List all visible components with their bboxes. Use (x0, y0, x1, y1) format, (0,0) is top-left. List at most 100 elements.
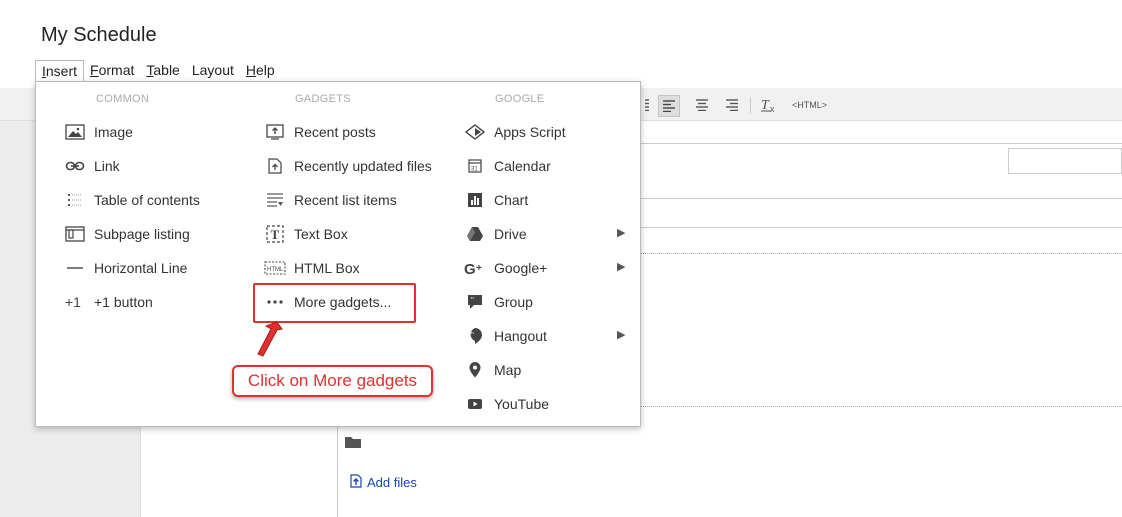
menu-item-label: Map (494, 362, 522, 378)
menu-insert-label: nsert (45, 63, 78, 79)
recently-updated-files-icon (264, 157, 286, 175)
menu-item-link[interactable]: Link (64, 155, 120, 177)
align-left-icon[interactable] (658, 95, 680, 117)
menu-bar: Insert Format Table Layout Help (35, 60, 281, 82)
image-icon (64, 123, 86, 141)
menu-item-label: Table of contents (94, 192, 200, 208)
menu-item-horizontal-line[interactable]: Horizontal Line (64, 257, 187, 279)
add-files-link[interactable]: Add files (350, 474, 417, 491)
menu-format-label: ormat (98, 62, 135, 78)
menu-item-recently-updated-files[interactable]: Recently updated files (264, 155, 432, 177)
svg-text:G: G (464, 261, 476, 276)
menu-item-label: Google+ (494, 260, 548, 276)
google-plus-icon: G + (464, 259, 486, 277)
google-heading: GOOGLE (495, 93, 545, 105)
menu-item-map[interactable]: Map (464, 359, 521, 381)
svg-text:31: 31 (471, 167, 478, 173)
menu-item-calendar[interactable]: 31 Calendar (464, 155, 551, 177)
menu-item-label: Subpage listing (94, 226, 190, 242)
menu-item-recent-list-items[interactable]: Recent list items (264, 189, 397, 211)
group-icon: " (464, 293, 486, 311)
add-file-icon (350, 474, 362, 491)
clear-formatting-icon[interactable]: Tx (760, 96, 778, 114)
recent-list-items-icon (264, 191, 286, 209)
gadgets-heading: GADGETS (295, 93, 351, 105)
menu-layout[interactable]: Layout (186, 60, 240, 82)
align-right-icon[interactable] (723, 96, 741, 114)
drive-icon (464, 225, 486, 243)
menu-help-mnemonic: H (245, 62, 257, 78)
text-box-icon: T (264, 225, 286, 243)
menu-item-label: Horizontal Line (94, 260, 188, 276)
menu-help-label: elp (256, 62, 275, 78)
menu-item-google-plus[interactable]: G + Google+ (464, 257, 547, 279)
menu-item-label: Link (94, 158, 120, 174)
menu-format-mnemonic: F (90, 62, 99, 78)
html-source-button[interactable]: <HTML> (792, 100, 827, 110)
menu-insert[interactable]: Insert (35, 60, 85, 82)
toolbar-divider (750, 97, 751, 113)
menu-item-chart[interactable]: Chart (464, 189, 528, 211)
menu-item-label: Text Box (294, 226, 348, 242)
map-pin-icon (464, 361, 486, 379)
menu-item-drive[interactable]: Drive (464, 223, 527, 245)
menu-item-label: Recent list items (294, 192, 397, 208)
menu-item-label: +1 button (94, 294, 153, 310)
table-of-contents-icon (64, 191, 86, 209)
menu-item-label: HTML Box (294, 260, 360, 276)
svg-text:T: T (271, 227, 280, 242)
menu-item-table-of-contents[interactable]: Table of contents (64, 189, 200, 211)
svg-text:+: + (476, 263, 482, 274)
menu-table[interactable]: Table (140, 60, 185, 82)
folder-icon[interactable] (345, 435, 361, 453)
submenu-arrow-icon: ▶ (617, 227, 626, 239)
menu-item-apps-script[interactable]: Apps Script (464, 121, 566, 143)
menu-item-label: Recently updated files (294, 158, 432, 174)
svg-text:": " (471, 331, 474, 340)
menu-format[interactable]: Format (84, 60, 140, 82)
menu-item-label: Group (494, 294, 533, 310)
menu-item-plus-one-button[interactable]: +1 +1 button (64, 291, 153, 313)
menu-item-label: Apps Script (494, 124, 566, 140)
search-input[interactable] (1008, 148, 1122, 174)
menu-item-recent-posts[interactable]: Recent posts (264, 121, 376, 143)
menu-item-label: Recent posts (294, 124, 376, 140)
svg-text:+1: +1 (65, 295, 81, 309)
svg-text:": " (471, 296, 474, 305)
menu-item-label: Chart (494, 192, 529, 208)
link-icon (64, 157, 86, 175)
menu-item-image[interactable]: Image (64, 121, 133, 143)
menu-item-subpage-listing[interactable]: Subpage listing (64, 223, 190, 245)
menu-item-label: Drive (494, 226, 527, 242)
subpage-listing-icon (64, 225, 86, 243)
svg-text:HTML: HTML (267, 267, 284, 273)
svg-text:x: x (770, 104, 775, 113)
menu-item-label: Hangout (494, 328, 547, 344)
menu-item-group[interactable]: " Group (464, 291, 533, 313)
annotation-arrow-icon (255, 320, 285, 365)
hangout-icon: " (464, 327, 486, 345)
menu-table-label: able (153, 62, 180, 78)
menu-help[interactable]: Help (240, 60, 281, 82)
menu-item-label: Calendar (494, 158, 551, 174)
annotation-highlight-box (253, 283, 416, 323)
horizontal-line-icon (64, 259, 86, 277)
menu-item-html-box[interactable]: HTML HTML Box (264, 257, 360, 279)
align-center-icon[interactable] (693, 96, 711, 114)
menu-item-text-box[interactable]: T Text Box (264, 223, 348, 245)
html-box-icon: HTML (264, 259, 286, 277)
submenu-arrow-icon: ▶ (617, 261, 626, 273)
menu-item-label: YouTube (494, 396, 550, 412)
calendar-icon: 31 (464, 157, 486, 175)
submenu-arrow-icon: ▶ (617, 329, 626, 341)
chart-icon (464, 191, 486, 209)
menu-layout-label: Layout (191, 62, 234, 78)
menu-item-youtube[interactable]: YouTube (464, 393, 549, 415)
add-files-label: Add files (367, 475, 417, 490)
menu-item-hangout[interactable]: " Hangout (464, 325, 547, 347)
menu-item-label: Image (94, 124, 133, 140)
common-heading: COMMON (96, 93, 150, 105)
apps-script-icon (464, 123, 486, 141)
recent-posts-icon (264, 123, 286, 141)
annotation-callout: Click on More gadgets (232, 365, 433, 397)
